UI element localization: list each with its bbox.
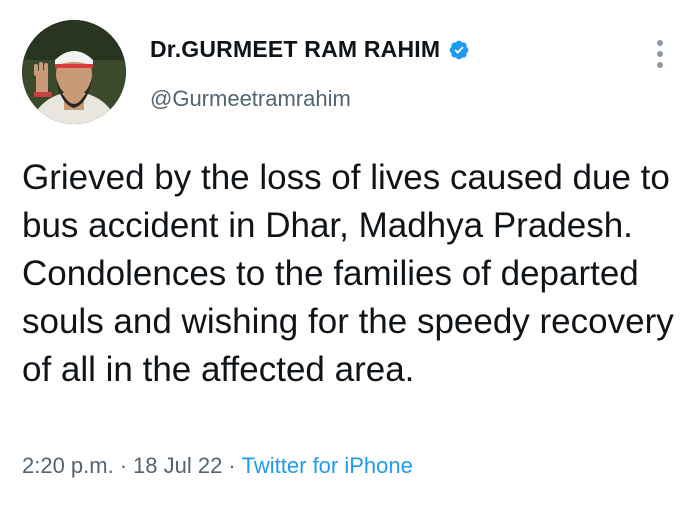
author-name-row: Dr.GURMEET RAM RAHIM bbox=[150, 36, 470, 63]
tweet-text: Grieved by the loss of lives caused due … bbox=[22, 158, 674, 389]
tweet-card: Dr.GURMEET RAM RAHIM @Gurmeetramrahim Gr… bbox=[0, 0, 696, 508]
meta-separator: · bbox=[228, 453, 236, 478]
tweet-meta: 2:20 p.m. · 18 Jul 22 · Twitter for iPhone bbox=[22, 453, 413, 479]
avatar[interactable] bbox=[22, 20, 126, 124]
author-display-name[interactable]: Dr.GURMEET RAM RAHIM bbox=[150, 36, 440, 63]
verified-badge-icon bbox=[448, 39, 470, 61]
tweet-date[interactable]: 18 Jul 22 bbox=[133, 453, 222, 478]
avatar-image bbox=[22, 20, 126, 124]
more-options-icon[interactable] bbox=[650, 38, 670, 70]
tweet-time[interactable]: 2:20 p.m. bbox=[22, 453, 114, 478]
tweet-source-link[interactable]: Twitter for iPhone bbox=[242, 453, 413, 478]
meta-separator: · bbox=[119, 453, 128, 478]
author-handle[interactable]: @Gurmeetramrahim bbox=[150, 86, 351, 112]
